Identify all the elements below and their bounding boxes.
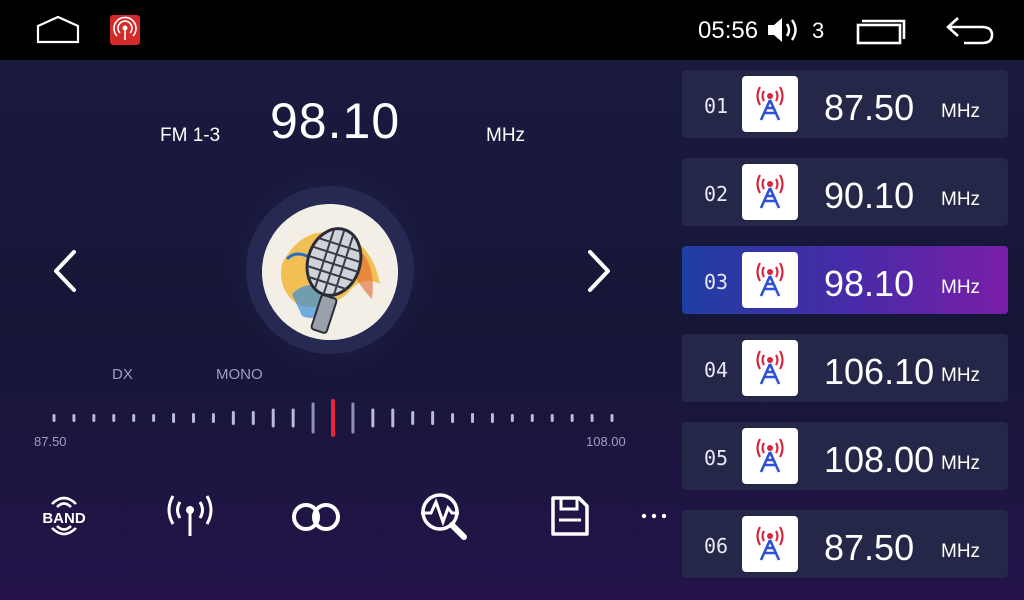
preset-frequency: 87.50 xyxy=(824,87,915,128)
preset-item[interactable]: 03 98.10 MHz xyxy=(682,246,1008,314)
radio-tower-icon xyxy=(742,252,798,308)
preset-number: 05 xyxy=(704,446,729,470)
seek-previous-button[interactable] xyxy=(46,248,86,294)
frequency-unit: MHz xyxy=(486,125,526,146)
preset-item[interactable]: 05 108.00 MHz xyxy=(682,422,1008,490)
preset-frequency: 106.10 xyxy=(824,351,935,392)
preset-number: 01 xyxy=(704,94,729,118)
preset-number: 02 xyxy=(704,182,729,206)
preset-number: 06 xyxy=(704,534,729,558)
clock: 05:56 xyxy=(698,17,759,44)
antenna-icon xyxy=(167,495,213,536)
stereo-button[interactable] xyxy=(288,490,344,542)
preset-frequency: 90.10 xyxy=(824,175,915,216)
band-label: FM 1-3 xyxy=(160,125,221,146)
radio-tower-icon xyxy=(742,340,798,396)
auto-scan-button[interactable] xyxy=(416,490,472,542)
volume-icon[interactable] xyxy=(766,15,802,45)
tuning-scale[interactable] xyxy=(40,398,630,438)
preset-unit: MHz xyxy=(941,365,981,386)
radio-tower-icon xyxy=(742,164,798,220)
preset-number: 03 xyxy=(704,270,729,294)
radio-tower-icon xyxy=(742,516,798,572)
preset-unit: MHz xyxy=(941,277,981,298)
back-icon[interactable] xyxy=(944,14,996,46)
microphone-artwork xyxy=(262,204,398,340)
preset-frequency: 108.00 xyxy=(824,439,935,480)
volume-level: 3 xyxy=(812,18,825,43)
radio-app-icon[interactable] xyxy=(110,15,140,45)
mono-indicator[interactable]: MONO xyxy=(216,366,263,383)
scan-search-icon xyxy=(421,493,467,540)
dx-indicator[interactable]: DX xyxy=(112,366,133,383)
preset-item[interactable]: 02 90.10 MHz xyxy=(682,158,1008,226)
preset-unit: MHz xyxy=(941,189,981,210)
scale-max-label: 108.00 xyxy=(586,434,626,449)
antenna-button[interactable] xyxy=(162,490,218,542)
preset-item[interactable]: 04 106.10 MHz xyxy=(682,334,1008,402)
band-label-text: BAND xyxy=(42,510,85,527)
home-icon[interactable] xyxy=(36,14,80,44)
current-frequency: 98.10 xyxy=(270,93,401,149)
status-bar: 05:56 3 xyxy=(0,0,1024,60)
preset-unit: MHz xyxy=(941,541,981,562)
preset-item[interactable]: 06 87.50 MHz xyxy=(682,510,1008,578)
preset-unit: MHz xyxy=(941,101,981,122)
band-button[interactable]: BAND xyxy=(36,490,92,542)
seek-next-button[interactable] xyxy=(578,248,618,294)
stereo-icon xyxy=(292,503,340,531)
radio-tower-icon xyxy=(742,428,798,484)
preset-frequency: 98.10 xyxy=(824,263,915,304)
recent-apps-icon[interactable] xyxy=(856,17,906,45)
save-icon xyxy=(551,496,589,536)
radio-tower-icon xyxy=(742,76,798,132)
preset-unit: MHz xyxy=(941,453,981,474)
save-button[interactable] xyxy=(541,490,597,542)
scale-min-label: 87.50 xyxy=(34,434,67,449)
more-button[interactable] xyxy=(632,490,676,542)
more-icon xyxy=(641,513,667,519)
preset-frequency: 87.50 xyxy=(824,527,915,568)
preset-item[interactable]: 01 87.50 MHz xyxy=(682,70,1008,138)
preset-number: 04 xyxy=(704,358,729,382)
